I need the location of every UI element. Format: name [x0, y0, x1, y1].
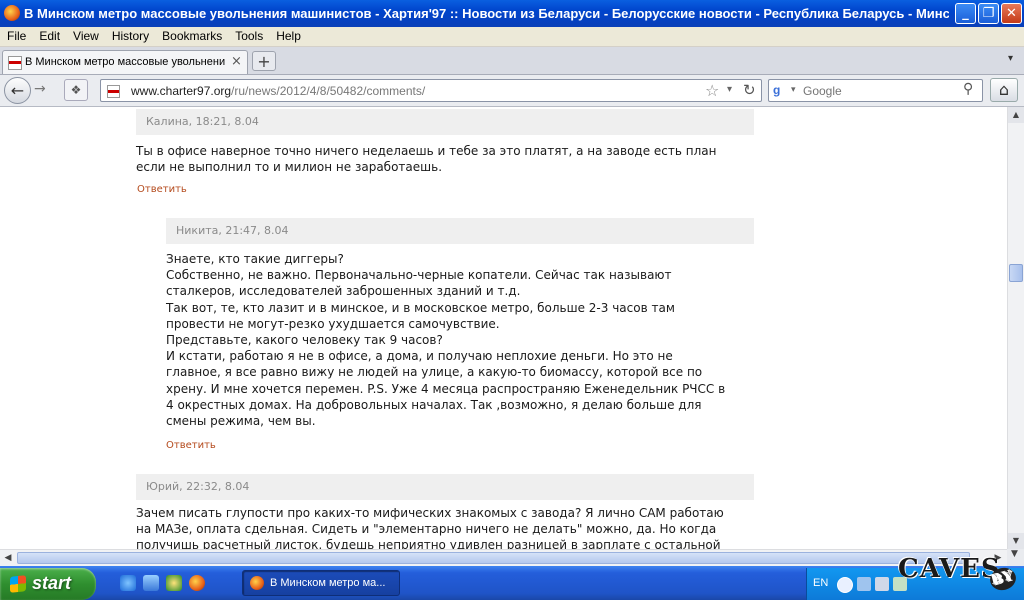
navigation-toolbar: ← → ❖ www.charter97.org/ru/news/2012/4/8… [0, 75, 1024, 107]
home-button[interactable]: ⌂ [990, 78, 1018, 102]
taskbar: start В Минском метро ма... EN [0, 566, 1024, 600]
start-button[interactable]: start [0, 568, 96, 600]
menu-help[interactable]: Help [269, 27, 307, 43]
horizontal-scrollbar[interactable]: ◀ ▶ [0, 549, 1007, 566]
forward-button[interactable]: → [34, 81, 46, 97]
reply-link[interactable]: Ответить [166, 440, 216, 451]
reply-link[interactable]: Ответить [137, 184, 187, 195]
tab-label: В Минском метро массовые увольнения ма..… [25, 56, 225, 68]
search-engine-dropdown-icon[interactable]: ▾ [791, 85, 796, 95]
scroll-up-icon[interactable]: ▲ [1008, 107, 1024, 123]
firefox-quicklaunch-icon[interactable] [189, 575, 205, 591]
vertical-scroll-thumb[interactable] [1009, 264, 1023, 282]
scroll-down-icon[interactable]: ▼ [1008, 533, 1024, 549]
menu-view[interactable]: View [66, 27, 105, 43]
menu-bookmarks[interactable]: Bookmarks [155, 27, 228, 43]
new-tab-button[interactable]: + [252, 51, 276, 71]
volume-icon[interactable] [875, 577, 889, 591]
search-input[interactable] [803, 82, 953, 99]
url-dropdown-icon[interactable]: ▾ [727, 84, 732, 95]
comment-text: Зачем писать глупости про каких-то мифич… [136, 506, 724, 549]
comment-text: Знаете, кто такие диггеры? Собственно, н… [166, 252, 726, 429]
firefox-icon [250, 576, 264, 590]
tab-active[interactable]: В Минском метро массовые увольнения ма..… [2, 50, 248, 74]
tray-expand-icon[interactable] [837, 577, 853, 593]
search-bar[interactable]: g ▾ ⚲ [768, 79, 983, 102]
menu-edit[interactable]: Edit [32, 27, 66, 43]
caves-watermark-logo: CAVES BY [898, 554, 1024, 598]
window-title: В Минском метро массовые увольнения маши… [24, 6, 949, 21]
task-label: В Минском метро ма... [270, 577, 386, 589]
horizontal-scroll-thumb[interactable] [17, 552, 970, 564]
tab-close-icon[interactable]: × [231, 54, 242, 69]
windows-logo-icon [10, 575, 26, 593]
window-title-bar[interactable]: В Минском метро массовые увольнения маши… [0, 0, 1024, 27]
language-indicator[interactable]: EN [813, 577, 828, 589]
network-icon[interactable] [857, 577, 871, 591]
url-bar[interactable]: www.charter97.org/ru/news/2012/4/8/50482… [100, 79, 762, 102]
menu-file[interactable]: File [0, 27, 32, 43]
start-label: start [32, 573, 72, 593]
vertical-scrollbar[interactable]: ▲ ▼ [1007, 107, 1024, 549]
google-icon[interactable]: g [773, 83, 787, 97]
tab-strip: В Минском метро массовые увольнения ма..… [0, 47, 1024, 75]
maximize-button[interactable]: ❐ [978, 3, 999, 24]
minimize-button[interactable]: _ [955, 3, 976, 24]
site-favicon [8, 56, 22, 70]
url-favicon [107, 85, 120, 98]
firefox-icon [4, 5, 20, 21]
menu-bar: File Edit View History Bookmarks Tools Help [0, 27, 1024, 47]
comment-header: Калина, 18:21, 8.04 [136, 109, 754, 135]
scroll-left-icon[interactable]: ◀ [0, 550, 16, 566]
site-identity-icon[interactable]: ❖ [64, 79, 88, 101]
menu-history[interactable]: History [105, 27, 155, 43]
url-text[interactable]: www.charter97.org/ru/news/2012/4/8/50482… [131, 84, 425, 98]
comment-text: Ты в офисе наверное точно ничего неделае… [136, 144, 717, 175]
bookmark-star-icon[interactable]: ☆ [705, 81, 719, 100]
media-player-icon[interactable] [166, 575, 182, 591]
page-content: Калина, 18:21, 8.04 Ты в офисе наверное … [0, 107, 1007, 549]
close-button[interactable]: ✕ [1001, 3, 1022, 24]
menu-tools[interactable]: Tools [228, 27, 269, 43]
tab-list-icon[interactable]: ▾ [1008, 53, 1013, 64]
search-icon[interactable]: ⚲ [963, 81, 973, 97]
taskbar-task-firefox[interactable]: В Минском метро ма... [242, 570, 400, 596]
comment-header: Никита, 21:47, 8.04 [166, 218, 754, 244]
back-button[interactable]: ← [4, 77, 31, 104]
reload-icon[interactable]: ↻ [743, 81, 756, 99]
internet-explorer-icon[interactable] [120, 575, 136, 591]
comment-header: Юрий, 22:32, 8.04 [136, 474, 754, 500]
show-desktop-icon[interactable] [143, 575, 159, 591]
